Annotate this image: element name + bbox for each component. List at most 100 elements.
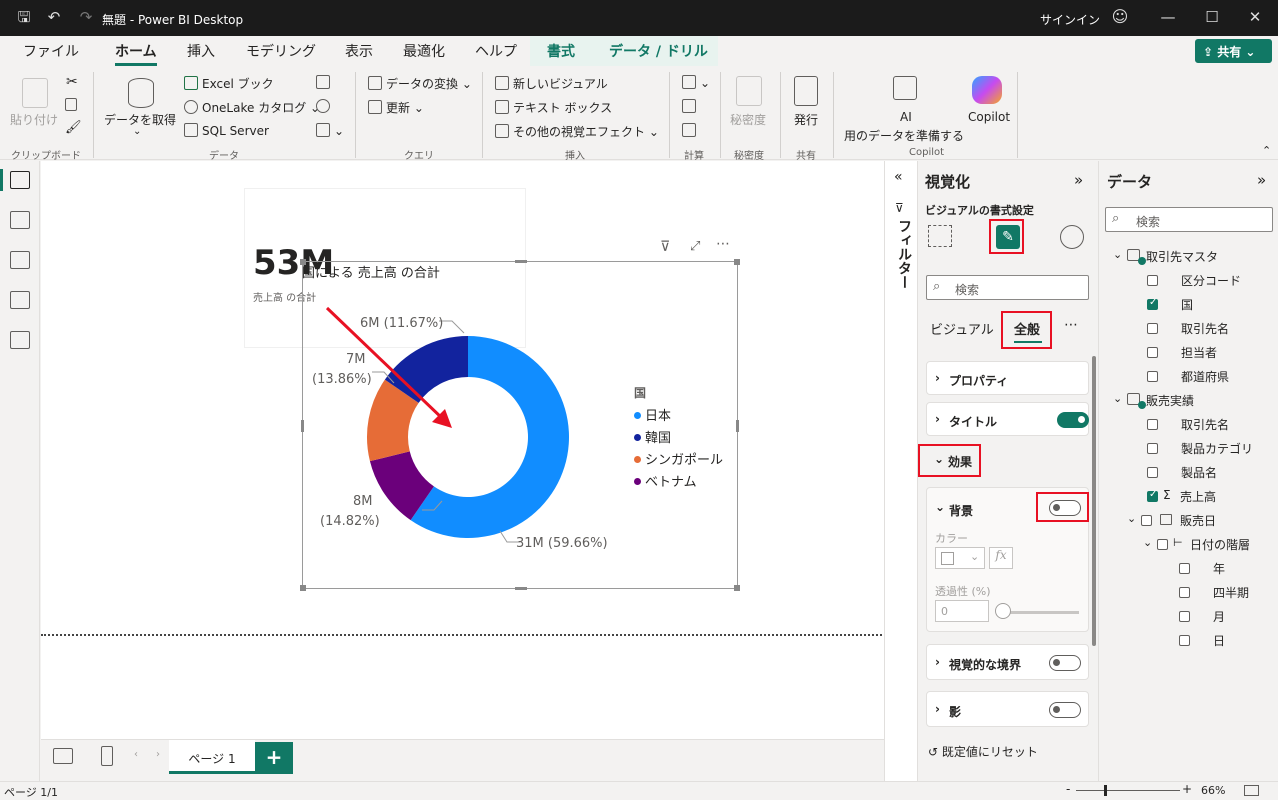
dataverse-icon[interactable]: [316, 99, 334, 114]
dax-view-icon[interactable]: [10, 291, 30, 309]
fx-button[interactable]: fx: [989, 547, 1013, 569]
field-item[interactable]: 日: [1099, 631, 1278, 653]
tab-help[interactable]: ヘルプ: [475, 41, 517, 61]
visual-border-toggle[interactable]: [1049, 655, 1081, 671]
tab-view[interactable]: 表示: [345, 41, 373, 61]
next-page-icon[interactable]: ›: [156, 749, 160, 760]
desktop-layout-icon[interactable]: [53, 748, 73, 764]
tab-optimize[interactable]: 最適化: [403, 41, 445, 61]
field-checkbox[interactable]: [1141, 515, 1152, 526]
transparency-slider[interactable]: [999, 611, 1079, 614]
field-checkbox[interactable]: [1147, 347, 1158, 358]
field-checkbox[interactable]: [1147, 489, 1158, 502]
field-item[interactable]: 担当者: [1099, 343, 1278, 365]
table-view-icon[interactable]: [10, 211, 30, 229]
reset-button[interactable]: ↺ 既定値にリセット: [928, 743, 1038, 760]
title-toggle[interactable]: [1057, 412, 1089, 428]
field-checkbox[interactable]: [1157, 539, 1168, 550]
data-search-input[interactable]: ⌕ 検索: [1105, 207, 1273, 232]
section-properties[interactable]: › プロパティ: [926, 361, 1089, 395]
account-icon[interactable]: ☺: [1110, 7, 1130, 27]
excel-button[interactable]: Excel ブック: [184, 75, 274, 92]
page-tab-1[interactable]: ページ 1: [169, 740, 255, 774]
format-painter-icon[interactable]: 🖌: [65, 120, 82, 135]
slider-thumb[interactable]: [995, 603, 1011, 619]
save-icon[interactable]: 🖫: [14, 7, 34, 27]
enter-data-icon[interactable]: [316, 75, 334, 90]
recent-sources-icon[interactable]: ⌄: [316, 123, 344, 138]
model-view-icon[interactable]: [10, 251, 30, 269]
sensitivity-button[interactable]: 秘密度: [730, 111, 766, 128]
transform-data-button[interactable]: データの変換 ⌄: [368, 75, 472, 92]
redo-icon[interactable]: ↷: [76, 7, 96, 27]
section-shadow[interactable]: › 影: [926, 691, 1089, 727]
sql-server-button[interactable]: SQL Server: [184, 123, 269, 138]
table-node[interactable]: ⌄ 取引先マスタ: [1099, 247, 1278, 269]
minimize-icon[interactable]: —: [1158, 7, 1178, 27]
quick-measure-icon[interactable]: [682, 123, 700, 138]
focus-mode-icon[interactable]: ⤢: [690, 239, 700, 254]
field-item[interactable]: 製品カテゴリ: [1099, 439, 1278, 461]
chevron-down-icon[interactable]: ⌄: [1127, 512, 1136, 525]
field-checkbox[interactable]: [1147, 275, 1158, 286]
field-checkbox[interactable]: [1147, 297, 1158, 310]
field-checkbox[interactable]: [1147, 323, 1158, 334]
more-visuals-button[interactable]: その他の視覚エフェクト ⌄: [495, 123, 659, 140]
field-item[interactable]: 都道府県: [1099, 367, 1278, 389]
field-checkbox[interactable]: [1147, 467, 1158, 478]
legend-item-singapore[interactable]: シンガポール: [634, 449, 723, 468]
tmdl-view-icon[interactable]: [10, 331, 30, 349]
field-checkbox[interactable]: [1147, 419, 1158, 430]
color-picker[interactable]: ⌄: [935, 547, 985, 569]
field-item[interactable]: 月: [1099, 607, 1278, 629]
maximize-icon[interactable]: ☐: [1202, 7, 1222, 27]
zoom-in-button[interactable]: +: [1182, 782, 1192, 796]
chevron-down-icon[interactable]: ⌄: [935, 500, 945, 514]
tab-file[interactable]: ファイル: [23, 41, 79, 61]
field-item[interactable]: 区分コード: [1099, 271, 1278, 293]
field-item[interactable]: 取引先名: [1099, 415, 1278, 437]
filter-icon[interactable]: ⊽: [660, 239, 670, 255]
legend-item-vietnam[interactable]: ベトナム: [634, 471, 697, 490]
field-item[interactable]: 四半期: [1099, 583, 1278, 605]
zoom-slider-thumb[interactable]: [1104, 785, 1107, 796]
tab-insert[interactable]: 挿入: [187, 41, 215, 61]
more-tabs-icon[interactable]: ⋯: [1064, 317, 1078, 333]
fit-to-page-icon[interactable]: [1244, 785, 1259, 796]
report-view-icon[interactable]: [10, 171, 30, 189]
zoom-out-button[interactable]: -: [1066, 782, 1070, 796]
calculator-icon[interactable]: [682, 99, 700, 114]
viz-scrollbar[interactable]: [1092, 356, 1096, 646]
tab-home[interactable]: ホーム: [115, 41, 157, 66]
transparency-input[interactable]: 0: [935, 600, 989, 622]
field-item[interactable]: 年: [1099, 559, 1278, 581]
analytics-icon[interactable]: [1060, 225, 1084, 249]
chevron-down-icon[interactable]: ⌄: [1113, 248, 1122, 261]
ai-prep-label-2[interactable]: 用のデータを準備する: [844, 127, 964, 144]
paste-button[interactable]: 貼り付け: [10, 111, 58, 128]
refresh-button[interactable]: 更新 ⌄: [368, 99, 424, 116]
table-node[interactable]: ⌄ 販売実績: [1099, 391, 1278, 413]
collapse-data-icon[interactable]: »: [1257, 171, 1266, 189]
chevron-down-icon[interactable]: ⌄: [1113, 392, 1122, 405]
field-item[interactable]: ⌄ 販売日: [1099, 511, 1278, 533]
publish-button[interactable]: 発行: [794, 111, 818, 128]
expand-filter-icon[interactable]: «: [894, 169, 903, 185]
add-page-button[interactable]: +: [255, 742, 293, 774]
field-checkbox[interactable]: [1179, 563, 1190, 574]
chevron-down-icon[interactable]: ⌄: [133, 126, 141, 137]
field-item[interactable]: 製品名: [1099, 463, 1278, 485]
build-visual-icon[interactable]: [928, 225, 952, 247]
field-item[interactable]: ⌄ ⊢ 日付の階層: [1099, 535, 1278, 557]
tab-visual[interactable]: ビジュアル: [930, 319, 994, 338]
section-title[interactable]: › タイトル: [926, 402, 1089, 436]
field-item[interactable]: Σ 売上高: [1099, 487, 1278, 509]
cut-icon[interactable]: ✂: [66, 74, 78, 90]
legend-item-japan[interactable]: 日本: [634, 405, 671, 424]
zoom-slider[interactable]: [1076, 790, 1180, 791]
share-button[interactable]: ⇪ 共有 ⌄: [1195, 39, 1272, 63]
collapse-viz-icon[interactable]: »: [1074, 171, 1083, 189]
undo-icon[interactable]: ↶: [44, 7, 64, 27]
mobile-layout-icon[interactable]: [101, 746, 113, 766]
legend-item-korea[interactable]: 韓国: [634, 427, 671, 446]
